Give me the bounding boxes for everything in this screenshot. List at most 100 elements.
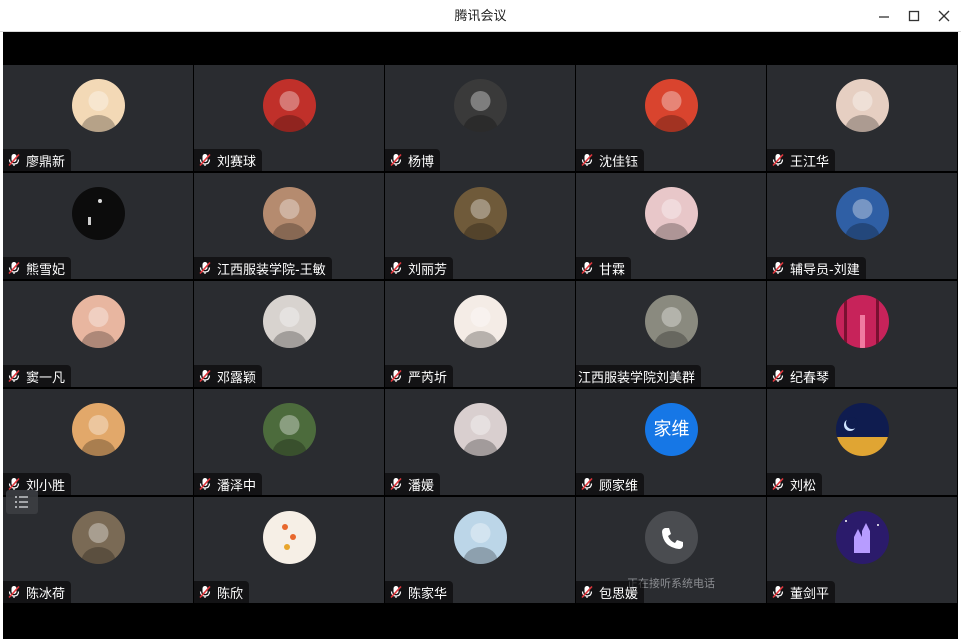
participant-tile[interactable]: 熊雪妃: [3, 173, 193, 279]
mic-muted-icon: [390, 477, 402, 491]
participant-name-tag: 陈冰荷: [3, 581, 72, 603]
mic-muted-icon: [199, 585, 211, 599]
mic-muted-icon: [772, 585, 784, 599]
pink-forest-avatar: [836, 295, 889, 348]
participant-name: 王江华: [790, 154, 830, 170]
participant-tile[interactable]: 严芮圻: [385, 281, 575, 387]
cat-avatar: [263, 187, 316, 240]
mic-muted-icon: [390, 585, 402, 599]
participant-grid: 廖鼎新 刘赛球 杨博 沈佳钰 王江华熊雪妃 江西服装学院-王敏 刘丽芳 甘霖 辅导员-刘建窦一凡…: [3, 65, 958, 605]
mic-muted-icon: [8, 369, 20, 383]
cartoon-couple-avatar: [454, 511, 507, 564]
text-avatar: 家维: [645, 403, 698, 456]
participant-tile[interactable]: 邓露颖: [194, 281, 384, 387]
maximize-icon: [908, 10, 920, 22]
participant-name: 潘媛: [408, 478, 435, 494]
participant-name: 甘霖: [599, 262, 626, 278]
participant-name: 刘松: [790, 478, 817, 494]
window-title: 腾讯会议: [454, 9, 507, 24]
cartoon-kid-avatar: [72, 79, 125, 132]
woman-portrait-avatar: [454, 403, 507, 456]
mic-muted-icon: [772, 369, 784, 383]
participant-tile[interactable]: 刘松: [767, 389, 957, 495]
phone-avatar: [645, 511, 698, 564]
participant-name-tag: 包思媛: [576, 581, 645, 603]
participant-tile[interactable]: 杨博: [385, 65, 575, 171]
participant-tile[interactable]: 陈欣: [194, 497, 384, 603]
participant-name-tag: 潘媛: [385, 473, 441, 495]
participant-tile[interactable]: 刘丽芳: [385, 173, 575, 279]
close-button[interactable]: [934, 6, 954, 26]
mic-muted-icon: [772, 477, 784, 491]
participant-tile[interactable]: 家维顾家维: [576, 389, 766, 495]
participant-tile[interactable]: 窦一凡: [3, 281, 193, 387]
pagoda-avatar: [263, 403, 316, 456]
anime-girl-avatar: [263, 295, 316, 348]
participant-tile[interactable]: 潘泽中: [194, 389, 384, 495]
night-moon-avatar: [72, 187, 125, 240]
deer-avatar: [72, 511, 125, 564]
participant-name-tag: 辅导员-刘建: [767, 257, 866, 279]
participant-name-tag: 江西服装学院刘美群: [576, 365, 702, 387]
participant-tile[interactable]: 王江华: [767, 65, 957, 171]
participant-tile[interactable]: 刘小胜: [3, 389, 193, 495]
participant-name-tag: 窦一凡: [3, 365, 72, 387]
top-bar: [3, 32, 958, 65]
participant-name: 顾家维: [599, 478, 639, 494]
girl-portrait-avatar: [645, 187, 698, 240]
participant-tile[interactable]: 江西服装学院刘美群: [576, 281, 766, 387]
participant-tile[interactable]: 辅导员-刘建: [767, 173, 957, 279]
maximize-button[interactable]: [904, 6, 924, 26]
baby-photo-avatar: [836, 79, 889, 132]
participant-name-tag: 陈家华: [385, 581, 454, 603]
participant-name-tag: 刘赛球: [194, 149, 263, 171]
participant-tile[interactable]: 潘媛: [385, 389, 575, 495]
participant-name-tag: 熊雪妃: [3, 257, 72, 279]
participant-tile[interactable]: 廖鼎新: [3, 65, 193, 171]
mic-muted-icon: [8, 477, 20, 491]
mic-muted-icon: [390, 369, 402, 383]
list-icon: [15, 496, 28, 508]
mic-muted-icon: [199, 477, 211, 491]
participant-name: 包思媛: [599, 586, 639, 602]
mother-baby-avatar: [645, 79, 698, 132]
mic-muted-icon: [390, 153, 402, 167]
castle-night-avatar: [836, 511, 889, 564]
participant-name: 熊雪妃: [26, 262, 66, 278]
mic-muted-icon: [8, 153, 20, 167]
participant-name: 沈佳钰: [599, 154, 639, 170]
participant-name-tag: 甘霖: [576, 257, 632, 279]
participant-tile[interactable]: 江西服装学院-王敏: [194, 173, 384, 279]
participant-tile[interactable]: 董剑平: [767, 497, 957, 603]
man-portrait-avatar: [645, 295, 698, 348]
man-black-coat-avatar: [454, 79, 507, 132]
participant-tile[interactable]: 正在接听系统电话 包思媛: [576, 497, 766, 603]
participant-tile[interactable]: 甘霖: [576, 173, 766, 279]
participant-tile[interactable]: 刘赛球: [194, 65, 384, 171]
participant-tile[interactable]: 沈佳钰: [576, 65, 766, 171]
mic-muted-icon: [772, 261, 784, 275]
participant-name: 刘丽芳: [408, 262, 448, 278]
mic-muted-icon: [390, 261, 402, 275]
mic-muted-icon: [581, 585, 593, 599]
participant-name-tag: 陈欣: [194, 581, 250, 603]
participant-name-tag: 江西服装学院-王敏: [194, 257, 332, 279]
participant-tile[interactable]: 陈家华: [385, 497, 575, 603]
participant-name-tag: 沈佳钰: [576, 149, 645, 171]
puppy-avatar: [72, 403, 125, 456]
mic-muted-icon: [8, 585, 20, 599]
participant-name: 江西服装学院-王敏: [217, 262, 326, 278]
illustration-girl-avatar: [454, 295, 507, 348]
child-blue-avatar: [836, 187, 889, 240]
participant-name: 邓露颖: [217, 370, 257, 386]
participant-list-button[interactable]: [6, 490, 38, 514]
participant-name-tag: 潘泽中: [194, 473, 263, 495]
participant-tile[interactable]: 纪春琴: [767, 281, 957, 387]
participant-name-tag: 纪春琴: [767, 365, 836, 387]
moon-night-avatar: [836, 403, 889, 456]
participant-name-tag: 杨博: [385, 149, 441, 171]
participant-name-tag: 邓露颖: [194, 365, 263, 387]
minimize-button[interactable]: [874, 6, 894, 26]
mic-muted-icon: [581, 477, 593, 491]
flower-avatar: [263, 511, 316, 564]
